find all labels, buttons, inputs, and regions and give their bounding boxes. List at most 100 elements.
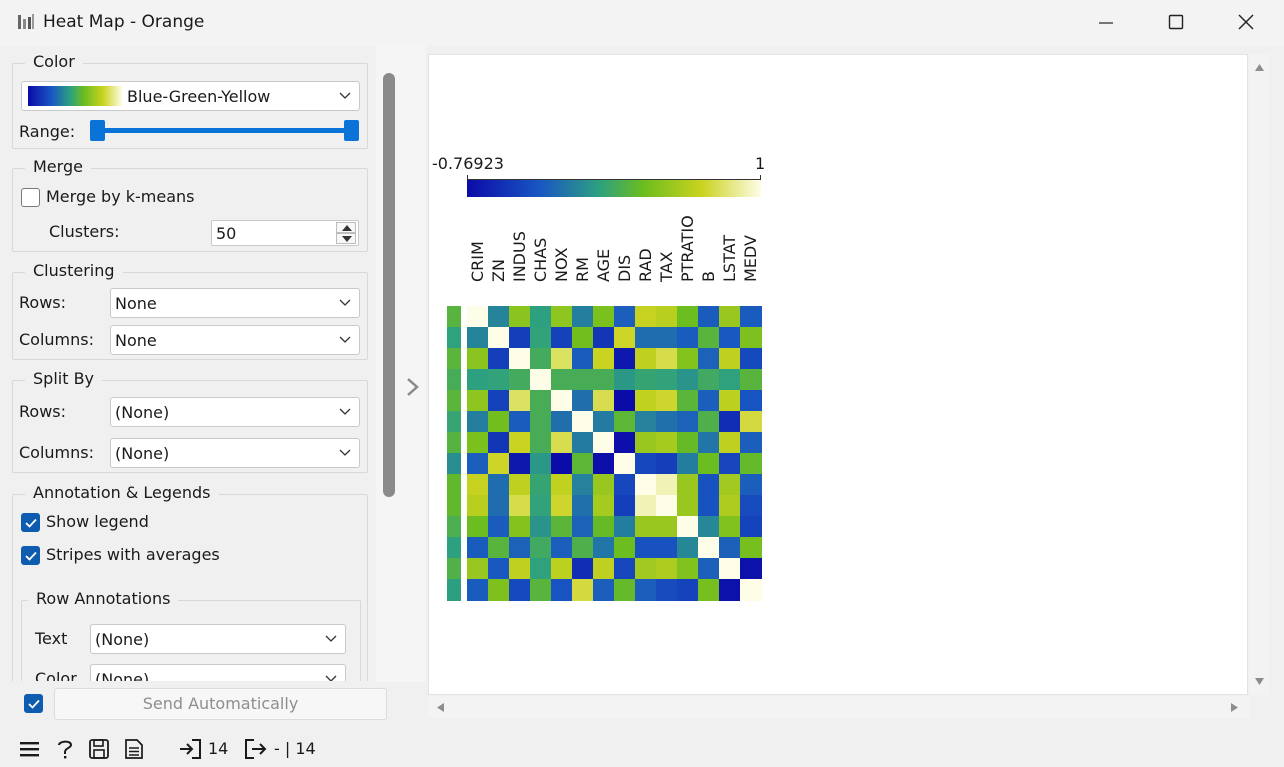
heatmap-cell[interactable] <box>635 558 657 580</box>
row-annotation-color-select[interactable]: (None) <box>90 664 346 681</box>
heatmap-cell[interactable] <box>509 432 531 454</box>
heatmap-cell[interactable] <box>656 495 678 517</box>
heatmap-cell[interactable] <box>530 369 552 391</box>
heatmap-cell[interactable] <box>572 474 594 496</box>
heatmap-cell[interactable] <box>551 348 573 370</box>
heatmap-cell[interactable] <box>572 390 594 412</box>
heatmap-cell[interactable] <box>509 495 531 517</box>
heatmap-cell[interactable] <box>656 411 678 433</box>
heatmap-cell[interactable] <box>698 579 720 601</box>
heatmap-cell[interactable] <box>614 327 636 349</box>
heatmap-cell[interactable] <box>593 411 615 433</box>
heatmap-cell[interactable] <box>740 306 762 328</box>
heatmap-cell[interactable] <box>572 453 594 475</box>
heatmap-cell[interactable] <box>530 327 552 349</box>
heatmap-cell[interactable] <box>656 453 678 475</box>
heatmap-cell[interactable] <box>719 495 741 517</box>
heatmap-cell[interactable] <box>572 348 594 370</box>
heatmap-cell[interactable] <box>593 516 615 538</box>
clusters-spinbox[interactable]: 50 <box>211 220 359 246</box>
heatmap-cell[interactable] <box>677 348 699 370</box>
vertical-scrollbar[interactable] <box>1249 54 1269 695</box>
heatmap-cell[interactable] <box>635 537 657 559</box>
heatmap-cell[interactable] <box>530 390 552 412</box>
merge-kmeans-checkbox[interactable] <box>21 188 40 207</box>
heatmap-cell[interactable] <box>677 327 699 349</box>
menu-icon[interactable] <box>20 740 40 758</box>
heatmap-cell[interactable] <box>698 411 720 433</box>
horizontal-scrollbar[interactable] <box>428 696 1249 718</box>
heatmap-cell[interactable] <box>698 474 720 496</box>
heatmap-cell[interactable] <box>593 558 615 580</box>
heatmap-cell[interactable] <box>719 432 741 454</box>
heatmap-cell[interactable] <box>551 558 573 580</box>
heatmap-cell[interactable] <box>467 432 489 454</box>
heatmap-cell[interactable] <box>509 390 531 412</box>
heatmap-cell[interactable] <box>719 390 741 412</box>
heatmap-cell[interactable] <box>677 579 699 601</box>
heatmap-cell[interactable] <box>656 327 678 349</box>
heatmap-cell[interactable] <box>614 495 636 517</box>
heatmap-cell[interactable] <box>530 474 552 496</box>
clusters-increment-button[interactable] <box>336 222 356 233</box>
heatmap-cell[interactable] <box>740 390 762 412</box>
heatmap-cell[interactable] <box>530 579 552 601</box>
heatmap-cell[interactable] <box>656 432 678 454</box>
heatmap-cell[interactable] <box>467 306 489 328</box>
scroll-left-icon[interactable] <box>437 703 444 712</box>
heatmap-cell[interactable] <box>698 537 720 559</box>
heatmap-cell[interactable] <box>488 537 510 559</box>
heatmap-cell[interactable] <box>656 516 678 538</box>
heatmap-cell[interactable] <box>719 537 741 559</box>
heatmap-cell[interactable] <box>740 327 762 349</box>
heatmap-cell[interactable] <box>530 516 552 538</box>
heatmap-cell[interactable] <box>488 306 510 328</box>
heatmap-cell[interactable] <box>698 327 720 349</box>
heatmap-cell[interactable] <box>719 453 741 475</box>
heatmap-cell[interactable] <box>572 537 594 559</box>
show-legend-checkbox[interactable] <box>21 513 40 532</box>
scroll-right-icon[interactable] <box>1231 703 1238 712</box>
heatmap-cell[interactable] <box>530 453 552 475</box>
heatmap-cell[interactable] <box>593 327 615 349</box>
heatmap-cell[interactable] <box>656 579 678 601</box>
heatmap-cell[interactable] <box>635 369 657 391</box>
heatmap-cell[interactable] <box>614 432 636 454</box>
heatmap-cell[interactable] <box>488 411 510 433</box>
heatmap-cell[interactable] <box>698 369 720 391</box>
heatmap-cell[interactable] <box>740 537 762 559</box>
heatmap-cell[interactable] <box>677 516 699 538</box>
heatmap-cell[interactable] <box>719 369 741 391</box>
heatmap-cell[interactable] <box>719 411 741 433</box>
split-rows-select[interactable]: (None) <box>110 397 360 427</box>
palette-select[interactable]: Blue-Green-Yellow <box>21 81 360 111</box>
heatmap-cell[interactable] <box>719 558 741 580</box>
heatmap-cell[interactable] <box>740 411 762 433</box>
save-icon[interactable] <box>89 739 109 759</box>
heatmap-cell[interactable] <box>551 327 573 349</box>
heatmap-cell[interactable] <box>593 495 615 517</box>
heatmap-cell[interactable] <box>740 369 762 391</box>
maximize-button[interactable] <box>1143 0 1213 46</box>
heatmap-cell[interactable] <box>488 390 510 412</box>
heatmap-cell[interactable] <box>635 390 657 412</box>
heatmap-cell[interactable] <box>677 537 699 559</box>
heatmap-cell[interactable] <box>467 411 489 433</box>
heatmap-cell[interactable] <box>572 306 594 328</box>
heatmap-cell[interactable] <box>635 327 657 349</box>
heatmap-cell[interactable] <box>488 516 510 538</box>
heatmap-cell[interactable] <box>509 579 531 601</box>
heatmap-cell[interactable] <box>740 516 762 538</box>
heatmap-cell[interactable] <box>488 579 510 601</box>
heatmap-cell[interactable] <box>488 369 510 391</box>
heatmap-cell[interactable] <box>614 474 636 496</box>
heatmap-cell[interactable] <box>635 411 657 433</box>
send-automatically-button[interactable]: Send Automatically <box>54 688 387 720</box>
heatmap-cell[interactable] <box>551 306 573 328</box>
heatmap-cell[interactable] <box>551 411 573 433</box>
heatmap-cell[interactable] <box>614 306 636 328</box>
heatmap-cell[interactable] <box>614 453 636 475</box>
heatmap-cell[interactable] <box>593 369 615 391</box>
heatmap-cell[interactable] <box>551 474 573 496</box>
clustering-columns-select[interactable]: None <box>110 325 360 355</box>
